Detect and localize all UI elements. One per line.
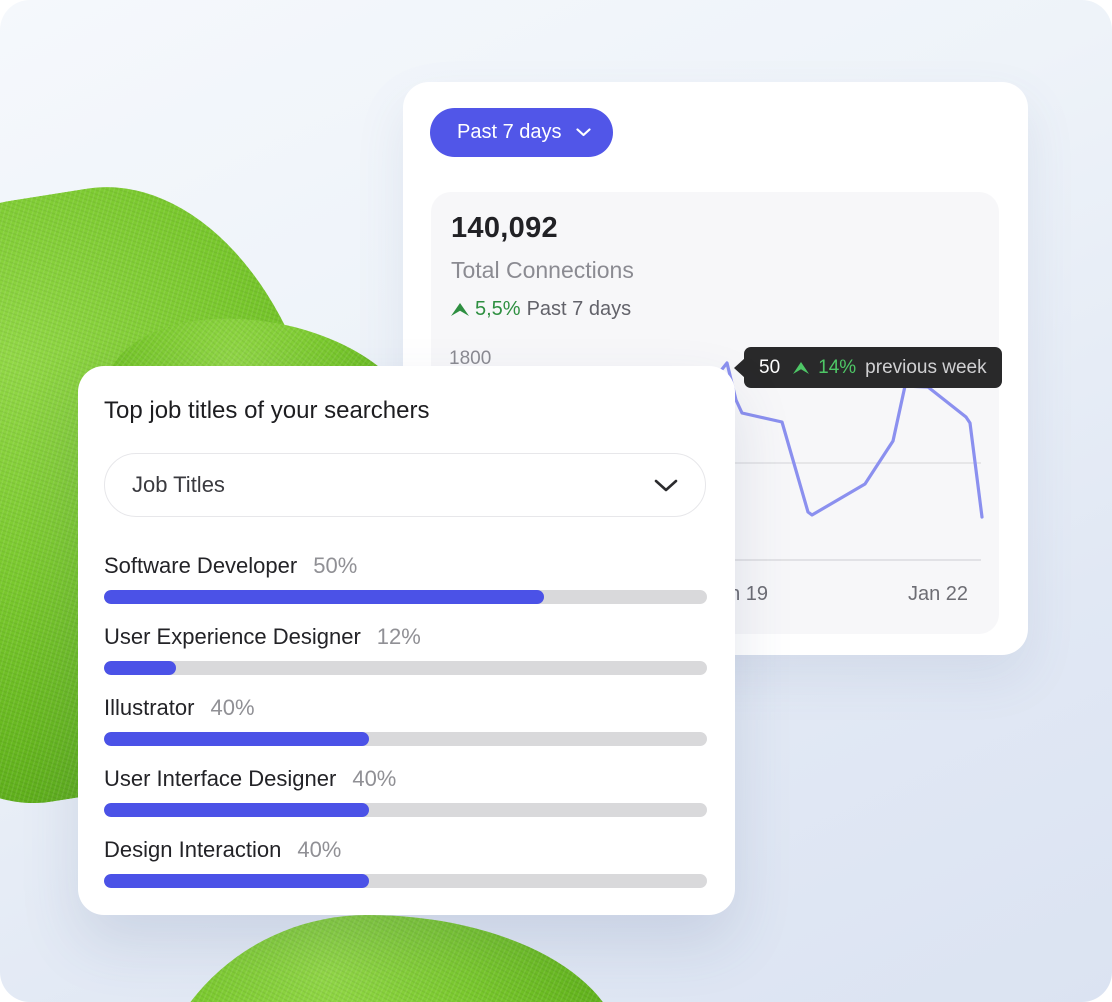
green-knit-blob-bottom bbox=[148, 915, 622, 1002]
job-title-label: User Interface Designer bbox=[104, 766, 336, 792]
chevron-down-icon bbox=[654, 479, 678, 492]
job-title-value: 50% bbox=[313, 553, 357, 579]
progress-fill bbox=[104, 803, 369, 817]
screenshot-canvas: Past 7 days 140,092 Total Connections 5,… bbox=[0, 0, 1112, 1002]
tooltip-trend-percent: 14% bbox=[818, 357, 856, 379]
period-filter-label: Past 7 days bbox=[457, 121, 562, 144]
job-title-value: 12% bbox=[377, 624, 421, 650]
tooltip-trend-label: previous week bbox=[865, 357, 986, 379]
job-titles-select-value: Job Titles bbox=[132, 472, 225, 498]
progress-track bbox=[104, 874, 707, 888]
job-title-value: 40% bbox=[297, 837, 341, 863]
tooltip-value: 50 bbox=[759, 357, 780, 379]
progress-fill bbox=[104, 590, 544, 604]
progress-track bbox=[104, 732, 707, 746]
trend-percent: 5,5% bbox=[475, 298, 521, 321]
period-filter-button[interactable]: Past 7 days bbox=[430, 108, 613, 157]
chevron-down-icon bbox=[576, 128, 591, 137]
job-title-row: User Experience Designer 12% bbox=[104, 624, 707, 675]
job-title-label: User Experience Designer bbox=[104, 624, 361, 650]
job-title-label: Design Interaction bbox=[104, 837, 281, 863]
job-titles-select[interactable]: Job Titles bbox=[104, 453, 706, 517]
job-title-value: 40% bbox=[352, 766, 396, 792]
card-title: Top job titles of your searchers bbox=[104, 397, 430, 425]
trend-period: Past 7 days bbox=[527, 298, 632, 321]
job-title-value: 40% bbox=[210, 695, 254, 721]
progress-fill bbox=[104, 661, 176, 675]
job-title-row: User Interface Designer 40% bbox=[104, 766, 707, 817]
x-axis-tick-jan22: Jan 22 bbox=[908, 583, 968, 606]
job-title-row: Design Interaction 40% bbox=[104, 837, 707, 888]
trend-up-icon bbox=[451, 303, 469, 316]
job-title-label: Illustrator bbox=[104, 695, 194, 721]
total-connections-value: 140,092 bbox=[451, 212, 558, 245]
job-title-row: Illustrator 40% bbox=[104, 695, 707, 746]
progress-track bbox=[104, 590, 707, 604]
progress-track bbox=[104, 803, 707, 817]
progress-fill bbox=[104, 732, 369, 746]
job-title-label: Software Developer bbox=[104, 553, 297, 579]
chart-tooltip: 50 14% previous week bbox=[744, 347, 1002, 388]
progress-fill bbox=[104, 874, 369, 888]
progress-track bbox=[104, 661, 707, 675]
total-connections-label: Total Connections bbox=[451, 257, 634, 284]
job-titles-card: Top job titles of your searchers Job Tit… bbox=[78, 366, 735, 915]
trend-up-icon bbox=[793, 362, 809, 374]
job-title-row: Software Developer 50% bbox=[104, 553, 707, 604]
trend-row: 5,5% Past 7 days bbox=[451, 298, 631, 321]
